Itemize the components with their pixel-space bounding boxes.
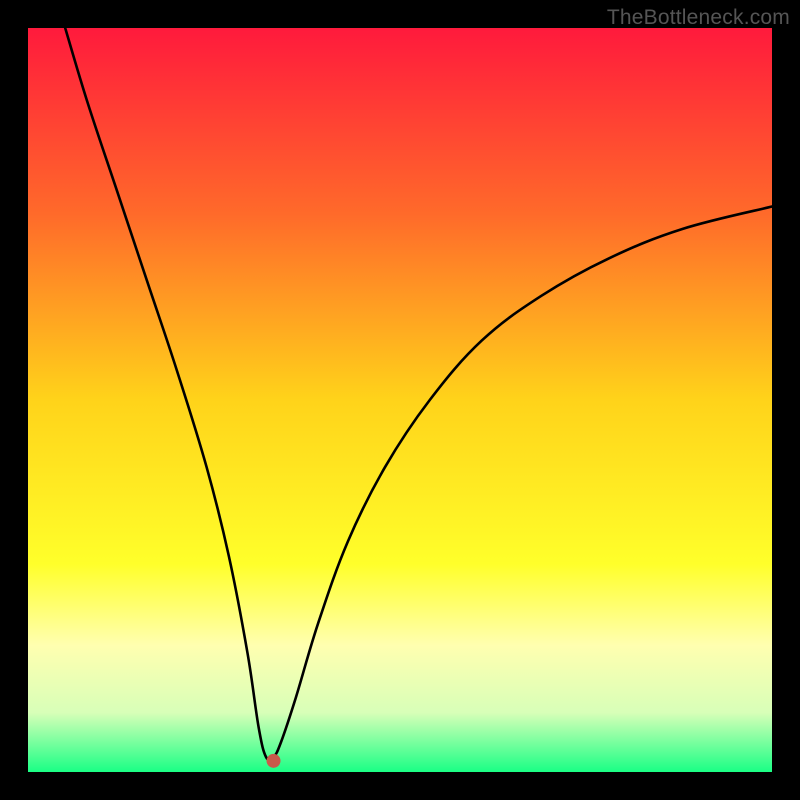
plot-area [28,28,772,772]
chart-frame: TheBottleneck.com [0,0,800,800]
chart-svg [28,28,772,772]
gradient-background [28,28,772,772]
watermark-text: TheBottleneck.com [607,6,790,30]
min-marker [267,754,281,768]
